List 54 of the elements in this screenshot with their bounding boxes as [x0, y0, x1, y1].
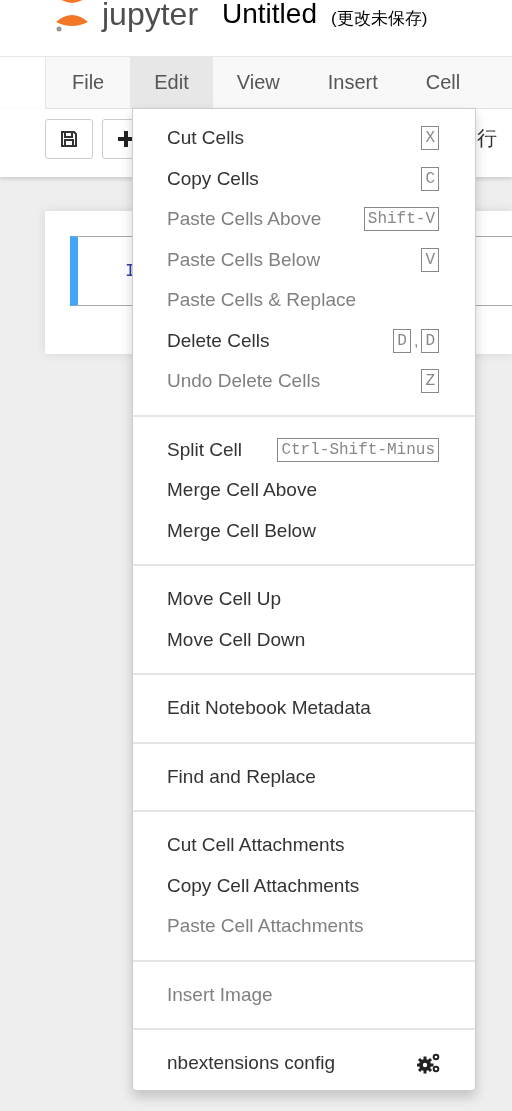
keyboard-shortcut: Shift-V — [363, 207, 439, 232]
menu-item-label: Cut Cells — [167, 127, 245, 150]
menu-item-label: Paste Cells & Replace — [167, 289, 357, 312]
menu-bar-item[interactable]: View — [212, 57, 304, 108]
menu-item[interactable]: Edit Notebook Metadata — [133, 688, 475, 729]
menu-item-label: Copy Cells — [167, 167, 259, 190]
keyboard-shortcut: X — [421, 126, 439, 151]
menu-item-label: Paste Cells Above — [167, 208, 322, 231]
key-separator: , — [413, 331, 419, 350]
menu-item-label: Split Cell — [167, 438, 242, 461]
keyboard-shortcut: D — [421, 328, 439, 353]
plus-icon — [117, 130, 135, 148]
run-label[interactable]: 行 — [477, 125, 497, 152]
menu-item-label: Find and Replace — [167, 765, 316, 788]
menu-item[interactable]: Merge Cell Below — [133, 510, 475, 551]
menu-item-label: nbextensions config — [167, 1052, 335, 1075]
menu-item[interactable]: Copy Cell Attachments — [133, 865, 475, 906]
menu-item[interactable]: Merge Cell Above — [133, 470, 475, 511]
menu-item-label: Insert Image — [167, 983, 273, 1006]
menu-item[interactable]: Cut Cells X — [133, 118, 475, 159]
menu-item-label: Move Cell Up — [167, 588, 282, 611]
menu-item-label: Paste Cell Attachments — [167, 915, 364, 938]
keyboard-shortcut: Ctrl-Shift-Minus — [277, 437, 439, 462]
notebook-name[interactable]: Untitled — [222, 0, 317, 29]
menu-item-label: Cut Cell Attachments — [167, 834, 345, 857]
menu-item-label: Merge Cell Above — [167, 479, 317, 502]
menu-item[interactable]: Delete Cells D , D — [133, 320, 475, 361]
menu-item-label: Move Cell Down — [167, 628, 306, 651]
keyboard-shortcut: D — [393, 328, 411, 353]
menu-item-label: Copy Cell Attachments — [167, 874, 360, 897]
menu-item-label: Delete Cells — [167, 329, 270, 352]
keyboard-shortcut: Z — [421, 369, 439, 394]
keyboard-shortcut: V — [421, 247, 439, 272]
menu-item[interactable]: Move Cell Up — [133, 579, 475, 620]
menu-item-label: Merge Cell Below — [167, 519, 316, 542]
menu-item[interactable]: Copy Cells C — [133, 158, 475, 199]
menu-item[interactable]: Find and Replace — [133, 756, 475, 797]
save-button[interactable] — [45, 119, 93, 159]
menu-item[interactable]: Cut Cell Attachments — [133, 825, 475, 866]
logo-icon — [54, 0, 90, 32]
keyboard-shortcut: C — [421, 166, 439, 191]
gears-icon — [417, 1052, 441, 1075]
menu-bar-item[interactable]: Cell — [401, 57, 485, 108]
menu-item-label: Edit Notebook Metadata — [167, 697, 371, 720]
save-status: (更改未保存) — [331, 8, 428, 30]
logo-text: jupyter — [102, 0, 199, 34]
menu-item[interactable]: Split Cell Ctrl-Shift-Minus — [133, 429, 475, 470]
menu-bar-item[interactable]: Edit — [130, 57, 213, 108]
menu-item-label: Paste Cells Below — [167, 248, 321, 271]
menu-item-label: Undo Delete Cells — [167, 370, 321, 393]
menu-bar-item[interactable]: File — [46, 57, 131, 108]
menu-item[interactable]: nbextensions config — [133, 1043, 475, 1084]
menu-item[interactable]: Move Cell Down — [133, 619, 475, 660]
menu-bar-item[interactable]: Insert — [303, 57, 402, 108]
